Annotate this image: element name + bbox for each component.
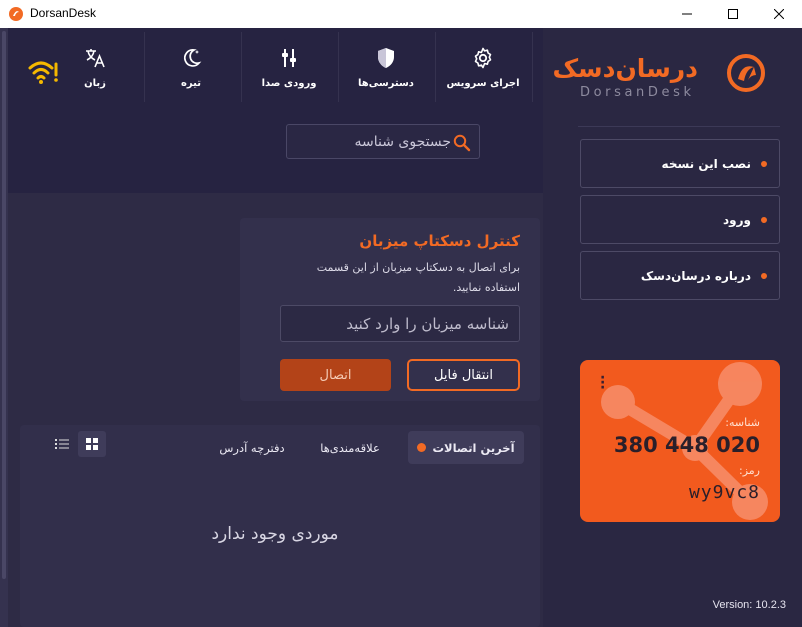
shield-icon [378, 48, 394, 68]
title-bar: DorsanDesk [0, 0, 802, 28]
toolbar-separator [241, 32, 242, 102]
access-button[interactable]: دسترسی‌ها [341, 46, 431, 98]
password-label: رمز: [739, 464, 760, 477]
brand-name-fa: درسان‌دسک [552, 54, 698, 83]
host-control-panel: کنترل دسکتاپ میزبان برای اتصال به دسکتاپ… [240, 218, 540, 401]
toolbar-separator [144, 32, 145, 102]
scrollbar-thumb[interactable] [2, 31, 6, 579]
version-label: Version: 10.2.3 [712, 599, 786, 611]
empty-state-text: موردی وجود ندارد [211, 524, 339, 544]
run-service-label: اجرای سرویس [446, 78, 520, 89]
translate-icon [86, 49, 105, 68]
tab-address-book[interactable]: دفترچه آدرس [206, 431, 298, 464]
audio-input-button[interactable]: ورودی صدا [244, 46, 334, 98]
language-button[interactable]: زبان [50, 46, 140, 98]
host-panel-title: کنترل دسکتاپ میزبان [359, 232, 520, 250]
sidebar-item-login[interactable]: ورود [580, 195, 780, 244]
grid-view-button[interactable] [78, 431, 106, 457]
window-title: DorsanDesk [30, 6, 97, 20]
connections-panel: آخرین اتصالات علاقه‌مندی‌ها دفترچه آدرس … [20, 425, 540, 627]
sidebar: درسان‌دسک DorsanDesk نصب این نسخه ورود د… [543, 28, 802, 627]
access-label: دسترسی‌ها [358, 78, 414, 89]
list-view-button[interactable] [48, 431, 76, 457]
toolbar-separator [338, 32, 339, 102]
maximize-button[interactable] [710, 0, 756, 28]
audio-input-icon [282, 49, 296, 67]
language-label: زبان [84, 78, 106, 89]
grid-icon [86, 438, 98, 450]
sidebar-item-about[interactable]: درباره درسان‌دسک [580, 251, 780, 300]
bullet-icon [761, 272, 767, 279]
brand-name-en: DorsanDesk [580, 85, 695, 100]
audio-input-label: ورودی صدا [261, 78, 317, 89]
file-transfer-button[interactable]: انتقال فایل [407, 359, 520, 391]
play-icon [417, 443, 427, 452]
id-label: شناسه: [725, 416, 760, 429]
tab-favorites[interactable]: علاقه‌مندی‌ها [304, 431, 396, 464]
tab-favorites-label: علاقه‌مندی‌ها [320, 440, 380, 455]
toolbar-separator [435, 32, 436, 102]
theme-label: تیره [181, 78, 201, 89]
connect-button[interactable]: اتصال [280, 359, 391, 391]
list-icon [55, 439, 69, 449]
tab-address-book-label: دفترچه آدرس [219, 440, 285, 455]
id-value: 380 448 020 [613, 433, 760, 457]
sidebar-item-install[interactable]: نصب این نسخه [580, 139, 780, 188]
sidebar-item-label: ورود [723, 212, 751, 227]
tab-recent-connections[interactable]: آخرین اتصالات [408, 431, 524, 464]
sidebar-divider [578, 126, 780, 127]
toolbar-separator [532, 32, 533, 102]
run-service-button[interactable]: اجرای سرویس [438, 46, 528, 98]
bullet-icon [761, 216, 767, 223]
header-toolbar: زبان تیره ورودی صدا دسترسی‌ها اجرای سروی… [8, 28, 543, 193]
bullet-icon [761, 160, 767, 167]
search-placeholder: جستجوی شناسه [354, 133, 451, 150]
tab-recent-label: آخرین اتصالات [432, 440, 515, 455]
sidebar-item-label: نصب این نسخه [661, 156, 751, 171]
gear-icon [474, 47, 492, 69]
host-id-placeholder: شناسه میزبان را وارد کنید [346, 314, 509, 333]
theme-button[interactable]: تیره [146, 46, 236, 98]
password-value: wy9vc8 [688, 482, 760, 503]
search-icon[interactable] [453, 134, 471, 152]
left-scrollbar[interactable] [0, 28, 8, 627]
brand-logo: درسان‌دسک DorsanDesk [552, 50, 765, 106]
host-id-input[interactable]: شناسه میزبان را وارد کنید [280, 305, 520, 342]
brand-mark-icon [727, 54, 765, 92]
close-button[interactable] [756, 0, 802, 28]
moon-icon [183, 49, 202, 67]
host-panel-description: برای اتصال به دسکتاپ میزبان از این قسمت … [316, 261, 520, 294]
sidebar-item-label: درباره درسان‌دسک [640, 268, 751, 283]
id-card: · · · شناسه: 380 448 020 رمز: wy9vc8 [580, 360, 780, 522]
card-menu-icon[interactable]: · · · [600, 371, 608, 395]
minimize-button[interactable] [664, 0, 710, 28]
app-logo-icon [9, 7, 23, 21]
search-input[interactable]: جستجوی شناسه [286, 124, 480, 159]
